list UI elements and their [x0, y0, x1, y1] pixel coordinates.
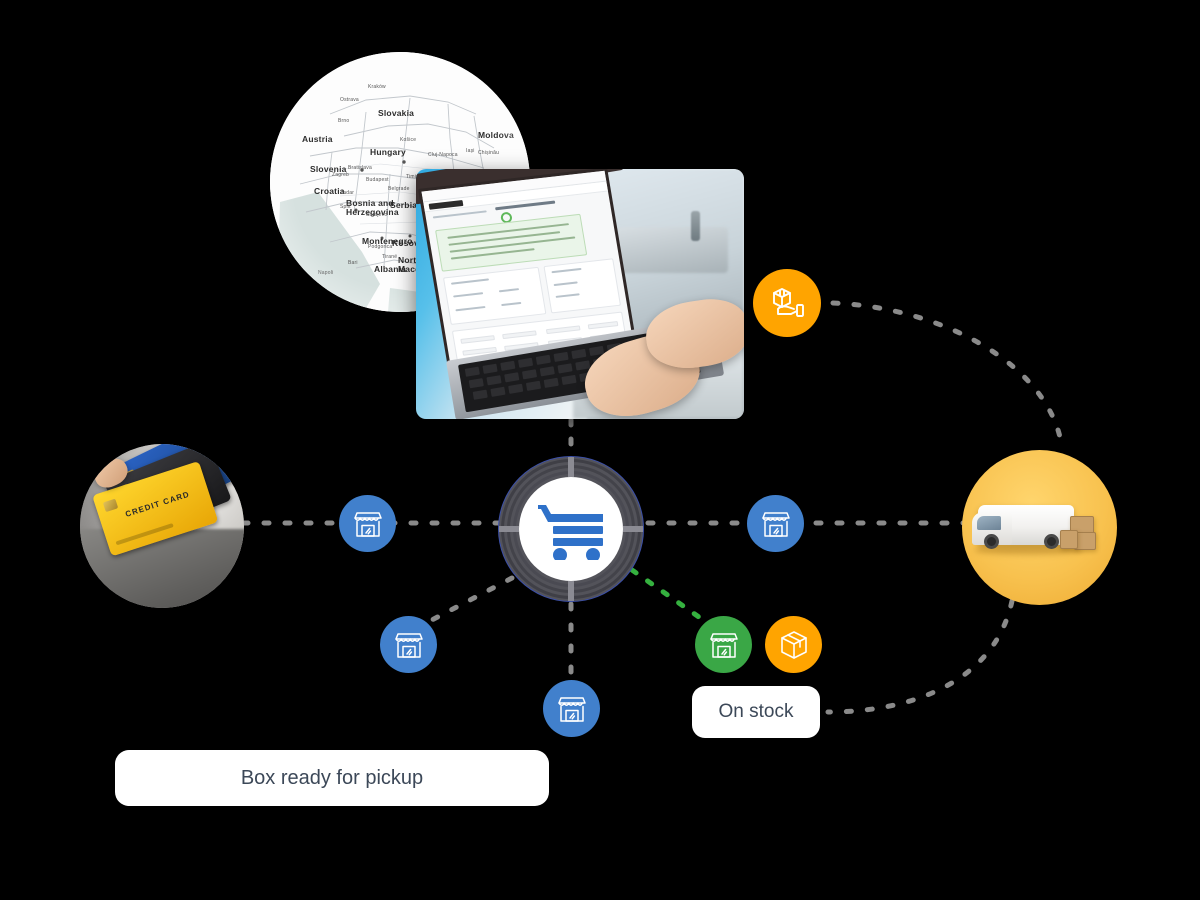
badge-parcel-box[interactable] [765, 616, 822, 673]
row-line [553, 281, 578, 287]
pill-box-ready-label: Box ready for pickup [240, 766, 424, 789]
storefront-icon [394, 632, 423, 658]
van-windshield [977, 516, 1001, 530]
row-line [501, 301, 522, 307]
row-line [453, 292, 484, 298]
connector-van-to-on-stock [825, 598, 1015, 715]
van-rear-wheel [1044, 534, 1059, 549]
row-line [498, 288, 520, 293]
breadcrumb-line [432, 210, 487, 219]
package-box-icon [780, 630, 807, 659]
order-summary-card [543, 258, 622, 314]
card-heading-line [551, 267, 582, 274]
card-chip-icon [102, 498, 119, 513]
badge-delivery-hand[interactable] [753, 269, 821, 337]
order-items-card [442, 266, 547, 325]
van-front-wheel [984, 534, 999, 549]
pill-box-ready-for-pickup[interactable]: Box ready for pickup [115, 750, 549, 806]
form-field [460, 335, 495, 344]
badge-store-right[interactable] [747, 495, 804, 552]
desk-object [618, 227, 728, 273]
form-field [502, 330, 537, 340]
badge-store-left[interactable] [339, 495, 396, 552]
pill-on-stock-label: On stock [718, 701, 794, 722]
form-field [587, 321, 619, 330]
shopping-cart-icon [538, 505, 603, 560]
storefront-icon [709, 632, 738, 658]
card-heading-line [450, 278, 490, 285]
storefront-icon [353, 511, 382, 537]
badge-store-green[interactable] [695, 616, 752, 673]
hub-tick-left [499, 526, 519, 532]
storefront-icon [557, 696, 586, 722]
pill-on-stock[interactable]: On stock [692, 686, 820, 738]
hub-tick-top [568, 457, 574, 477]
hand-package-icon [773, 288, 804, 317]
badge-store-bottom[interactable] [543, 680, 600, 737]
diagram-canvas: Slovakia Austria Hungary Slovenia Croati… [0, 0, 1200, 900]
hub-tick-right [623, 526, 643, 532]
laptop-dashboard-photo [416, 169, 744, 419]
hub-shopping-cart[interactable] [498, 456, 644, 602]
connector-delivery-to-van [830, 300, 1065, 451]
parcel-box-3 [1060, 530, 1078, 549]
cards-floor [80, 529, 244, 608]
row-line [555, 293, 580, 298]
credit-card-label-1: CREDIT CARD [124, 489, 191, 519]
desk-object-small [691, 211, 700, 241]
delivery-van-circle [962, 450, 1117, 605]
form-field [545, 325, 581, 335]
hub-tick-bottom [568, 581, 574, 601]
hub-core [519, 477, 623, 581]
credit-cards-circle: CREDIT CARD CREDIT CARD CREDIT CARD [80, 444, 244, 608]
storefront-icon [761, 511, 790, 537]
row-line [455, 305, 486, 312]
badge-store-lower-left[interactable] [380, 616, 437, 673]
